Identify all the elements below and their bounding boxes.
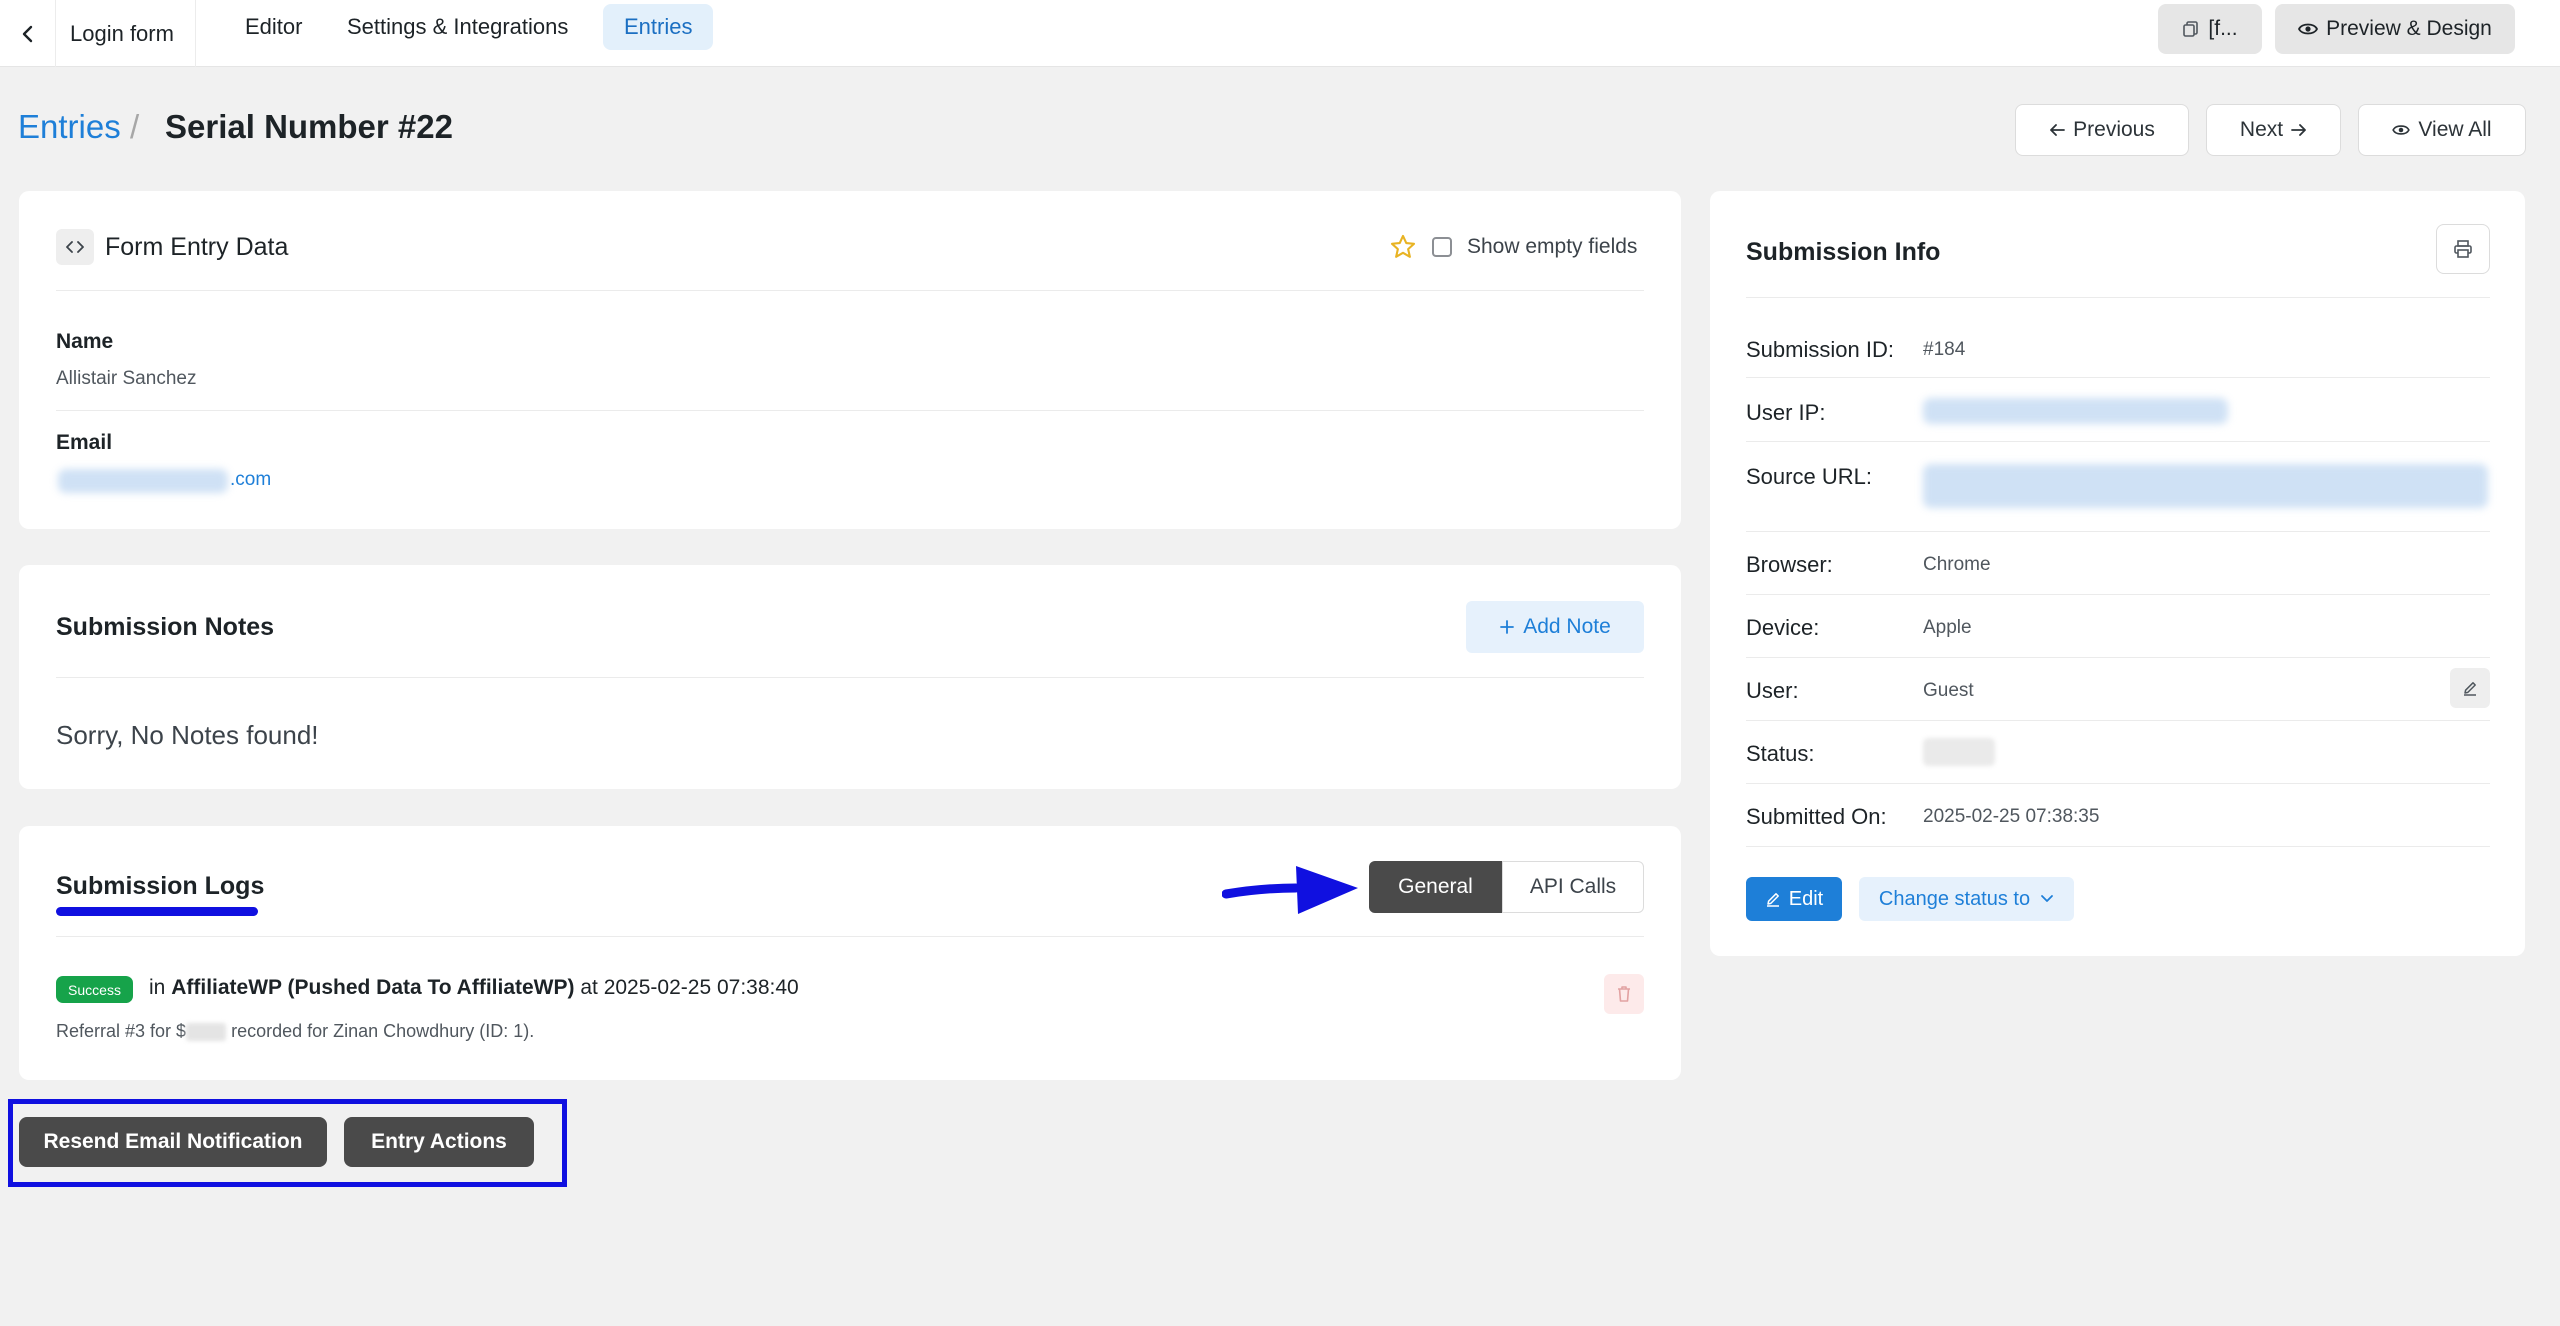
preview-design-label: Preview & Design <box>2326 17 2492 40</box>
divider <box>56 936 1644 937</box>
back-button[interactable] <box>0 0 56 67</box>
user-ip-redacted <box>1923 398 2228 424</box>
show-empty-fields-label: Show empty fields <box>1467 235 1638 258</box>
change-status-dropdown[interactable]: Change status to <box>1859 877 2074 921</box>
plus-icon <box>1500 620 1515 634</box>
submission-notes-title: Submission Notes <box>56 613 275 641</box>
print-button[interactable] <box>2436 224 2490 274</box>
source-url-redacted <box>1923 464 2488 508</box>
divider <box>1746 846 2490 847</box>
form-entry-data-title: Form Entry Data <box>105 233 289 261</box>
field-label-name: Name <box>56 330 114 353</box>
submission-info-title: Submission Info <box>1746 238 1941 266</box>
copy-icon <box>2183 21 2199 37</box>
annotation-underline <box>56 907 258 916</box>
tab-api-calls[interactable]: API Calls <box>1502 861 1644 913</box>
previous-label: Previous <box>2073 118 2155 141</box>
change-status-label: Change status to <box>1878 887 2031 910</box>
field-value-name: Allistair Sanchez <box>56 368 197 389</box>
tab-general[interactable]: General <box>1369 861 1502 913</box>
add-note-button[interactable]: Add Note <box>1466 601 1644 653</box>
divider <box>56 290 1644 291</box>
log-prefix: in <box>149 976 166 999</box>
info-label-status: Status: <box>1746 741 1815 766</box>
printer-icon <box>2454 240 2472 258</box>
preview-design-button[interactable]: Preview & Design <box>2275 4 2515 54</box>
divider <box>1746 657 2490 658</box>
form-name: Login form <box>56 0 196 67</box>
log-entry-line: in AffiliateWP (Pushed Data To Affiliate… <box>149 976 799 1000</box>
status-badge-redacted <box>1923 738 1995 766</box>
info-value-device: Apple <box>1923 617 1972 638</box>
info-label-source-url: Source URL: <box>1746 464 1872 489</box>
shortcode-label: [f... <box>2208 17 2238 40</box>
info-label-user-ip: User IP: <box>1746 400 1826 425</box>
eye-icon <box>2298 23 2319 35</box>
divider <box>1746 531 2490 532</box>
divider <box>1746 377 2490 378</box>
log-timestamp: 2025-02-25 07:38:40 <box>603 976 799 999</box>
code-icon <box>56 229 94 265</box>
page-title: Serial Number #22 <box>165 108 453 145</box>
info-label-submission-id: Submission ID: <box>1746 337 1894 362</box>
edit-user-button[interactable] <box>2450 668 2490 708</box>
divider <box>1746 441 2490 442</box>
star-icon[interactable] <box>1389 233 1417 261</box>
log-at: at <box>580 976 598 999</box>
edit-entry-button[interactable]: Edit <box>1746 877 1842 921</box>
delete-log-button[interactable] <box>1604 974 1644 1014</box>
tab-editor[interactable]: Editor <box>224 4 323 50</box>
breadcrumb-separator: / <box>130 108 140 145</box>
trash-icon <box>1618 986 1630 1002</box>
tab-entries[interactable]: Entries <box>603 4 714 50</box>
view-all-label: View All <box>2418 118 2492 141</box>
submission-logs-title: Submission Logs <box>56 872 265 900</box>
email-redacted <box>58 469 228 493</box>
info-label-submitted-on: Submitted On: <box>1746 804 1887 829</box>
status-badge: Success <box>56 976 133 1003</box>
eye-icon <box>2392 125 2411 135</box>
divider <box>1746 783 2490 784</box>
tab-settings-integrations[interactable]: Settings & Integrations <box>326 4 589 50</box>
entry-actions-button[interactable]: Entry Actions <box>344 1117 534 1167</box>
notes-empty-text: Sorry, No Notes found! <box>56 720 319 750</box>
divider <box>56 410 1644 411</box>
arrow-right-icon <box>2291 124 2306 136</box>
arrow-left-icon <box>2050 124 2066 136</box>
info-label-device: Device: <box>1746 615 1820 640</box>
info-value-submitted-on: 2025-02-25 07:38:35 <box>1923 806 2100 827</box>
breadcrumb-entries-link[interactable]: Entries <box>18 108 121 146</box>
info-value-submission-id: #184 <box>1923 339 1966 360</box>
field-label-email: Email <box>56 431 113 454</box>
next-label: Next <box>2239 118 2284 141</box>
divider <box>1746 297 2490 298</box>
chevron-left-icon <box>22 25 32 42</box>
info-value-user: Guest <box>1923 680 1974 701</box>
chevron-down-icon <box>2041 895 2054 902</box>
pencil-icon <box>1766 893 1779 907</box>
info-label-user: User: <box>1746 678 1799 703</box>
field-value-email[interactable]: .com <box>230 469 271 491</box>
view-all-button[interactable]: View All <box>2358 104 2526 156</box>
divider <box>1746 720 2490 721</box>
show-empty-fields-checkbox[interactable] <box>1432 237 1452 257</box>
annotation-arrow <box>1222 866 1358 914</box>
pencil-icon <box>2464 682 2476 696</box>
top-bar: Login form Editor Settings & Integration… <box>0 0 2560 67</box>
divider <box>56 677 1644 678</box>
log-note-suffix: recorded for Zinan Chowdhury (ID: 1). <box>231 1021 535 1041</box>
log-integration: AffiliateWP (Pushed Data To AffiliateWP) <box>171 976 575 999</box>
log-note: Referral #3 for $ recorded for Zinan Cho… <box>56 1021 534 1042</box>
amount-redacted <box>186 1023 227 1042</box>
edit-label: Edit <box>1788 887 1824 910</box>
next-button[interactable]: Next <box>2206 104 2341 156</box>
resend-email-notification-button[interactable]: Resend Email Notification <box>19 1117 327 1167</box>
previous-button[interactable]: Previous <box>2015 104 2189 156</box>
divider <box>1746 594 2490 595</box>
info-value-browser: Chrome <box>1923 554 1991 575</box>
shortcode-button[interactable]: [f... <box>2158 4 2262 54</box>
add-note-label: Add Note <box>1523 615 1611 638</box>
info-label-browser: Browser: <box>1746 552 1833 577</box>
log-note-prefix: Referral #3 for $ <box>56 1021 187 1041</box>
